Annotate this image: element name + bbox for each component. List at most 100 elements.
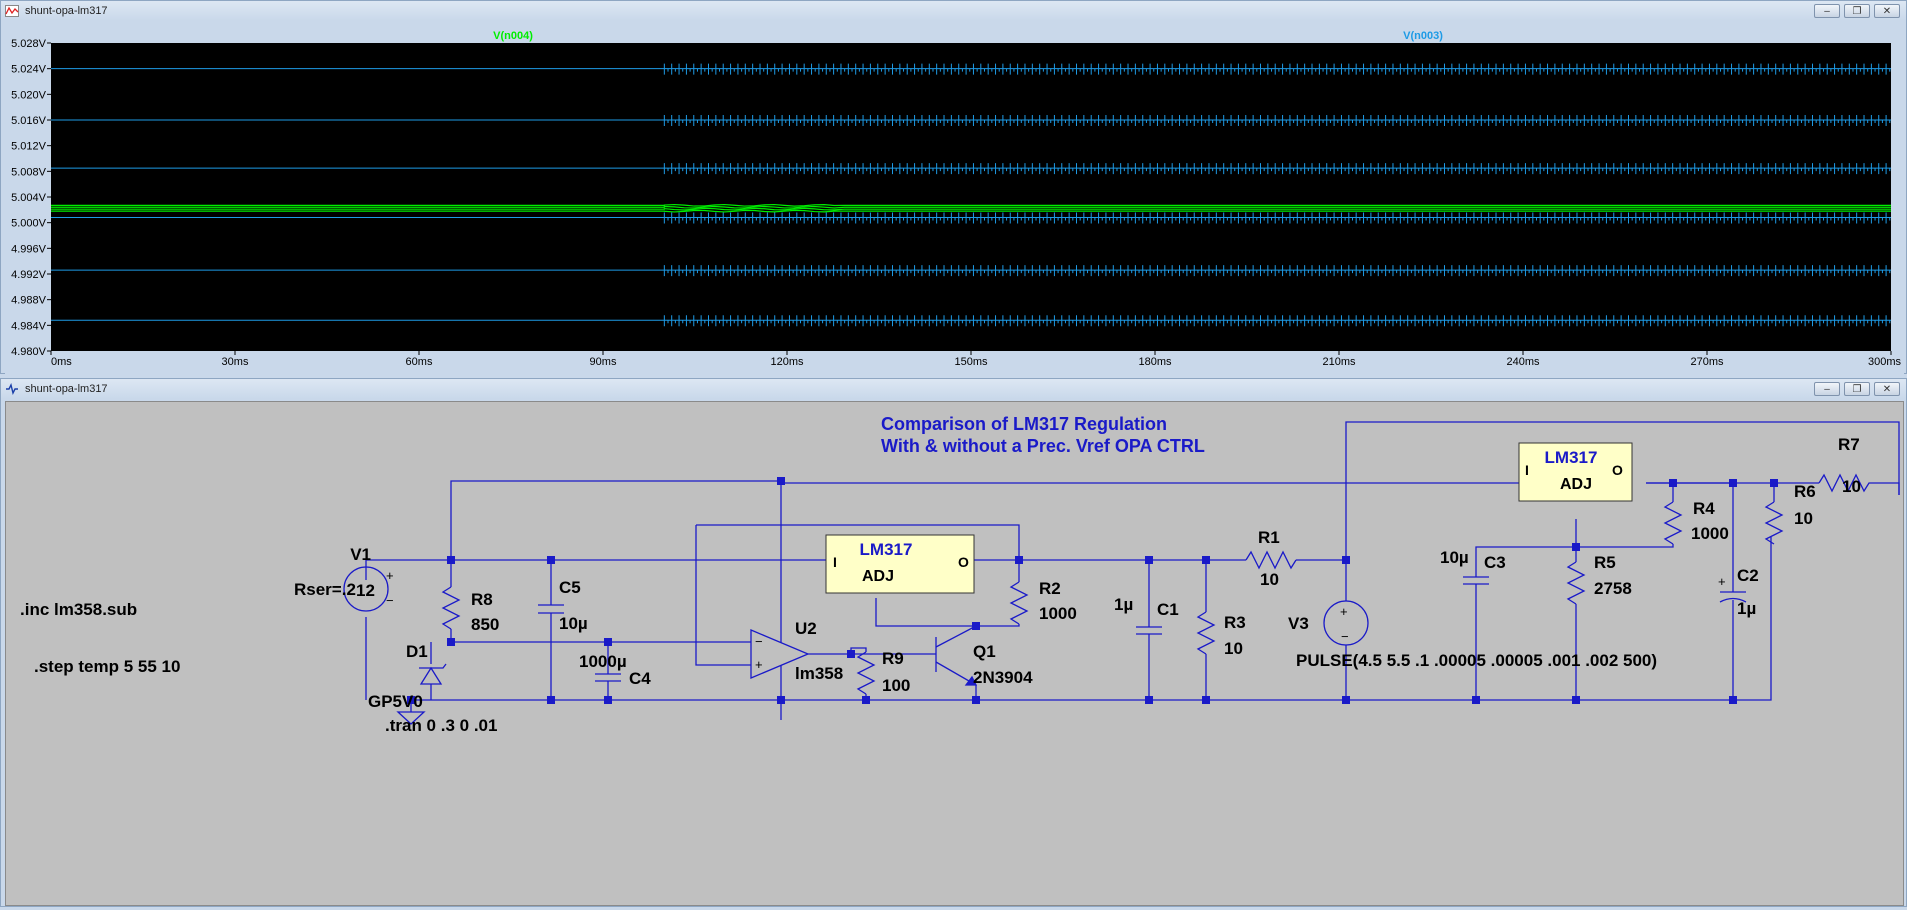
junction <box>847 650 855 658</box>
lm317-b-label: LM317 <box>1545 448 1598 467</box>
r2-resistor <box>1009 581 1029 625</box>
x-tick-label: 240ms <box>1506 356 1540 368</box>
v1-minus-sign: − <box>386 593 394 608</box>
u2-value: lm358 <box>795 664 843 683</box>
series-v-n004-trace[interactable] <box>51 203 1891 207</box>
junction <box>777 696 785 704</box>
minimize-icon[interactable]: – <box>1814 382 1840 396</box>
wire-top-rail <box>450 480 1519 495</box>
directive-inc[interactable]: .inc lm358.sub <box>20 600 137 619</box>
r9-name: R9 <box>882 649 904 668</box>
r6-value: 10 <box>1794 509 1813 528</box>
v1-value: 12 <box>356 581 375 600</box>
plot-window-title: shunt-opa-lm317 <box>25 5 108 17</box>
restore-icon[interactable]: ❐ <box>1844 4 1870 18</box>
r5-name: R5 <box>1594 553 1616 572</box>
junction <box>547 556 555 564</box>
r4-value: 1000 <box>1691 524 1729 543</box>
comment-line-1[interactable]: Comparison of LM317 Regulation <box>881 414 1167 434</box>
y-tick-label: 5.008V <box>11 166 47 178</box>
comment-line-2[interactable]: With & without a Prec. Vref OPA CTRL <box>881 436 1205 456</box>
junction <box>1145 556 1153 564</box>
y-tick-label: 4.996V <box>11 243 47 255</box>
junction <box>972 622 980 630</box>
r8-name: R8 <box>471 590 493 609</box>
junction <box>1015 556 1023 564</box>
series-v-n004-trace[interactable] <box>51 205 1891 209</box>
close-icon[interactable]: ✕ <box>1874 4 1900 18</box>
v1-name: V1 <box>350 545 371 564</box>
plot-titlebar[interactable]: shunt-opa-lm317 – ❐ ✕ <box>1 1 1906 21</box>
lm317-a-label: LM317 <box>860 540 913 559</box>
directive-step[interactable]: .step temp 5 55 10 <box>34 657 180 676</box>
q1-name: Q1 <box>973 642 996 661</box>
wire-adj-down <box>875 598 976 627</box>
minimize-icon[interactable]: – <box>1814 4 1840 18</box>
c4-name: C4 <box>629 669 651 688</box>
d1-bar <box>419 663 447 669</box>
junction <box>1572 696 1580 704</box>
u2-plus-sign: + <box>755 657 763 672</box>
y-tick-label: 4.980V <box>11 346 47 358</box>
series-v-n004-trace[interactable] <box>51 209 1891 213</box>
series-v-n004-trace[interactable] <box>51 207 1891 211</box>
r1-name: R1 <box>1258 528 1280 547</box>
waveform-chart[interactable]: 5.028V 5.024V 5.020V 5.016V 5.012V 5.008V 5.00… <box>5 23 1904 373</box>
r9-value: 100 <box>882 676 910 695</box>
c1-value: 1µ <box>1114 595 1133 614</box>
schematic-canvas[interactable]: LM317 ADJ I O LM317 ADJ I O Comparison o… <box>5 401 1904 906</box>
junction <box>547 696 555 704</box>
c1-name: C1 <box>1157 600 1179 619</box>
x-tick-label: 0ms <box>51 356 72 368</box>
pulse-spec[interactable]: PULSE(4.5 5.5 .1 .00005 .00005 .001 .002… <box>1296 651 1657 670</box>
restore-icon[interactable]: ❐ <box>1844 382 1870 396</box>
junction <box>1729 479 1737 487</box>
y-tick-label: 4.992V <box>11 269 47 281</box>
c5-value: 10µ <box>559 614 588 633</box>
y-tick-label: 5.016V <box>11 115 47 127</box>
wire-u2-plus <box>695 525 756 666</box>
d1-name: D1 <box>406 642 428 661</box>
legend-v-n004[interactable]: V(n004) <box>493 30 533 42</box>
v1-plus-sign: + <box>386 568 394 583</box>
u2-name: U2 <box>795 619 817 638</box>
r4-resistor <box>1663 501 1683 545</box>
r3-name: R3 <box>1224 613 1246 632</box>
junction <box>1770 479 1778 487</box>
r7-name: R7 <box>1838 435 1860 454</box>
c4-value: 1000µ <box>579 652 627 671</box>
junction <box>1202 556 1210 564</box>
junction <box>972 696 980 704</box>
x-tick-label: 300ms <box>1868 356 1902 368</box>
r1-value: 10 <box>1260 570 1279 589</box>
lm317-a-in: I <box>833 554 837 570</box>
c2-plus-sign: + <box>1718 574 1726 589</box>
x-tick-label: 60ms <box>406 356 433 368</box>
x-tick-label: 270ms <box>1690 356 1724 368</box>
junction <box>1669 479 1677 487</box>
schematic-drawing[interactable]: LM317 ADJ I O LM317 ADJ I O Comparison o… <box>6 402 1903 905</box>
r6-name: R6 <box>1794 482 1816 501</box>
legend-v-n003[interactable]: V(n003) <box>1403 30 1443 42</box>
u2-minus-sign: − <box>755 634 763 649</box>
x-tick-label: 120ms <box>770 356 804 368</box>
v3-plus-sign: + <box>1340 604 1348 619</box>
directive-tran[interactable]: .tran 0 .3 0 .01 <box>385 716 497 735</box>
q1-collector <box>935 625 977 648</box>
q1-value: 2N3904 <box>973 668 1033 687</box>
junction <box>1342 556 1350 564</box>
schematic-titlebar[interactable]: shunt-opa-lm317 – ❐ ✕ <box>1 379 1906 399</box>
junction <box>1572 543 1580 551</box>
x-tick-label: 30ms <box>222 356 249 368</box>
close-icon[interactable]: ✕ <box>1874 382 1900 396</box>
v3-name: V3 <box>1288 614 1309 633</box>
y-tick-label: 4.984V <box>11 320 47 332</box>
r2-value: 1000 <box>1039 604 1077 623</box>
junction <box>1729 696 1737 704</box>
lm317-a-adj: ADJ <box>862 568 894 585</box>
y-tick-label: 5.000V <box>11 218 47 230</box>
y-tick-label: 5.004V <box>11 192 47 204</box>
junction <box>447 638 455 646</box>
schematic-window-title: shunt-opa-lm317 <box>25 383 108 395</box>
d1-value: GP5V0 <box>368 692 423 711</box>
